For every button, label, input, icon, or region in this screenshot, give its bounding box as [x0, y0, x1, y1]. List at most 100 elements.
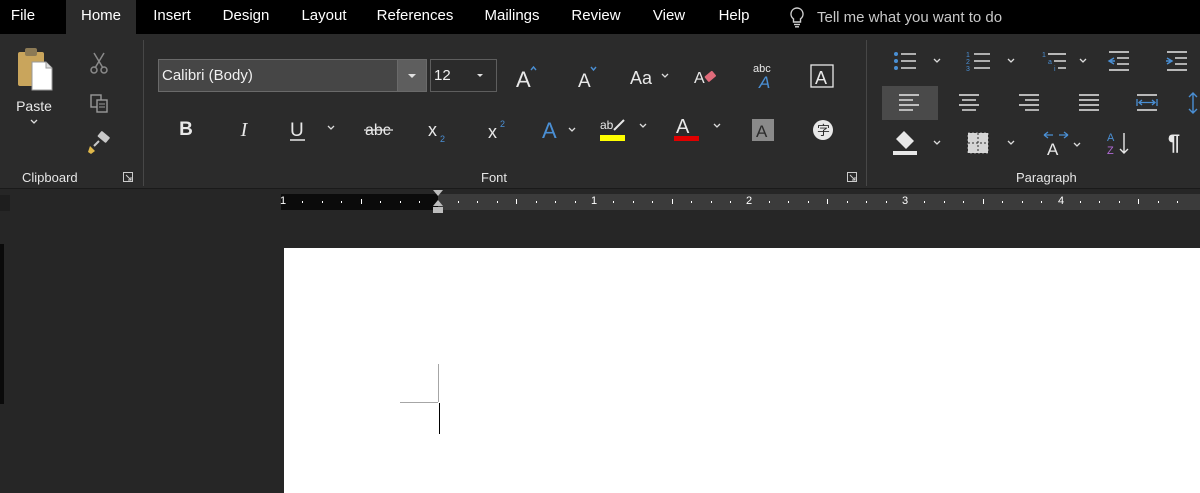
ruler-tick	[866, 201, 868, 203]
svg-text:A: A	[516, 67, 531, 91]
font-dialog-launcher-icon[interactable]	[847, 172, 857, 182]
svg-text:Z: Z	[1107, 145, 1114, 157]
clipboard-dialog-launcher-icon[interactable]	[123, 172, 133, 182]
svg-text:A: A	[578, 71, 591, 91]
shading-button[interactable]	[890, 128, 946, 158]
svg-text:A: A	[542, 118, 557, 143]
tab-mailings[interactable]: Mailings	[474, 0, 550, 34]
shrink-font-button[interactable]: A	[572, 62, 606, 92]
character-spacing-button[interactable]: A	[1040, 128, 1086, 158]
tell-me-placeholder: Tell me what you want to do	[817, 8, 1003, 26]
horizontal-ruler[interactable]: 1 1 2 3 4	[280, 190, 1200, 213]
svg-text:1: 1	[1042, 52, 1046, 59]
character-border-button[interactable]: A	[806, 60, 838, 92]
underline-icon: U	[290, 120, 335, 141]
tab-references[interactable]: References	[370, 0, 460, 34]
increase-indent-button[interactable]	[1162, 48, 1192, 74]
justify-icon	[1079, 94, 1099, 111]
text-effects-button[interactable]: A	[538, 114, 582, 146]
line-spacing-button[interactable]	[1186, 90, 1200, 116]
strikethrough-icon: abc	[364, 122, 393, 139]
tab-selector[interactable]	[0, 195, 10, 211]
distributed-button[interactable]	[1132, 90, 1162, 116]
subscript-icon: x2	[428, 120, 445, 144]
tab-insert[interactable]: Insert	[144, 0, 200, 34]
align-left-icon	[899, 94, 919, 111]
bullets-icon	[894, 52, 941, 70]
ruler-label: 1	[280, 195, 287, 207]
change-case-button[interactable]: Aa	[628, 62, 672, 92]
align-left-button[interactable]	[894, 90, 924, 116]
shrink-font-icon: A	[578, 66, 597, 91]
left-pane-edge	[0, 244, 4, 404]
italic-button[interactable]: I	[230, 114, 258, 146]
ruler-tick	[924, 201, 926, 203]
align-right-button[interactable]	[1014, 90, 1044, 116]
show-hide-marks-button[interactable]: ¶	[1160, 128, 1188, 158]
font-name-dropdown[interactable]	[397, 59, 427, 92]
change-case-icon: Aa	[630, 68, 669, 88]
decrease-indent-button[interactable]	[1104, 48, 1134, 74]
tell-me-search[interactable]: Tell me what you want to do	[787, 0, 1002, 34]
font-size-box[interactable]: 12	[430, 59, 497, 92]
tab-file[interactable]: File	[0, 0, 46, 34]
ribbon-tab-bar: File Home Insert Design Layout Reference…	[0, 0, 1200, 34]
subscript-button[interactable]: x2	[424, 114, 454, 146]
underline-button[interactable]: U	[286, 114, 340, 146]
margin-crop-mark	[400, 402, 438, 403]
ruler-label: 3	[902, 195, 909, 207]
ruler-tick	[1177, 201, 1179, 203]
group-separator	[143, 40, 144, 186]
text-effects-abc-button[interactable]: abc A	[746, 60, 782, 92]
ruler-tick	[1157, 201, 1159, 203]
line-spacing-icon	[1188, 92, 1198, 114]
cut-button[interactable]	[86, 50, 112, 76]
tab-design[interactable]: Design	[212, 0, 280, 34]
paste-button[interactable]: Paste	[8, 44, 60, 138]
superscript-button[interactable]: x2	[484, 114, 514, 146]
highlight-color-button[interactable]: ab	[598, 112, 652, 146]
sort-button[interactable]: AZ	[1104, 128, 1134, 158]
format-painter-button[interactable]	[86, 130, 112, 156]
svg-text:字: 字	[817, 124, 830, 139]
ruler-tick	[321, 201, 323, 203]
tab-review[interactable]: Review	[564, 0, 628, 34]
enclose-characters-button[interactable]: 字	[808, 114, 838, 146]
tab-view[interactable]: View	[642, 0, 696, 34]
indent-marker-icon[interactable]	[432, 190, 444, 218]
tab-layout[interactable]: Layout	[292, 0, 356, 34]
ruler-tick	[788, 201, 790, 203]
borders-button[interactable]	[964, 128, 1020, 158]
tab-help[interactable]: Help	[708, 0, 760, 34]
ruler-tick	[1138, 199, 1140, 204]
svg-text:A: A	[1107, 132, 1115, 144]
font-name-box[interactable]: Calibri (Body)	[158, 59, 426, 92]
format-painter-icon	[88, 131, 110, 154]
multilevel-list-button[interactable]: 1ai	[1040, 48, 1096, 74]
ruler-tick	[1079, 201, 1081, 203]
svg-text:A: A	[676, 116, 690, 138]
ruler-tick	[710, 201, 712, 203]
bold-button[interactable]: B	[172, 114, 200, 146]
justify-button[interactable]	[1074, 90, 1104, 116]
svg-text:2: 2	[500, 119, 505, 129]
numbering-icon: 123	[966, 52, 1015, 73]
font-color-button[interactable]: A	[672, 112, 726, 146]
character-spacing-icon: A	[1043, 131, 1081, 157]
bullets-button[interactable]	[890, 48, 946, 74]
ruler-tick	[302, 201, 304, 203]
ruler-tick	[516, 199, 518, 204]
clear-formatting-button[interactable]: A	[690, 62, 724, 92]
character-shading-button[interactable]: A	[748, 114, 778, 146]
copy-button[interactable]	[86, 90, 112, 116]
tab-home[interactable]: Home	[66, 0, 136, 34]
ruler-tick	[1002, 201, 1004, 203]
document-page[interactable]	[284, 248, 1200, 493]
numbering-button[interactable]: 123	[964, 48, 1020, 74]
svg-text:2: 2	[966, 59, 970, 66]
grow-font-button[interactable]: A	[510, 62, 544, 92]
strikethrough-button[interactable]: abc	[362, 114, 396, 146]
ruler-tick	[341, 201, 343, 203]
align-center-button[interactable]	[954, 90, 984, 116]
ruler-tick	[419, 201, 421, 203]
